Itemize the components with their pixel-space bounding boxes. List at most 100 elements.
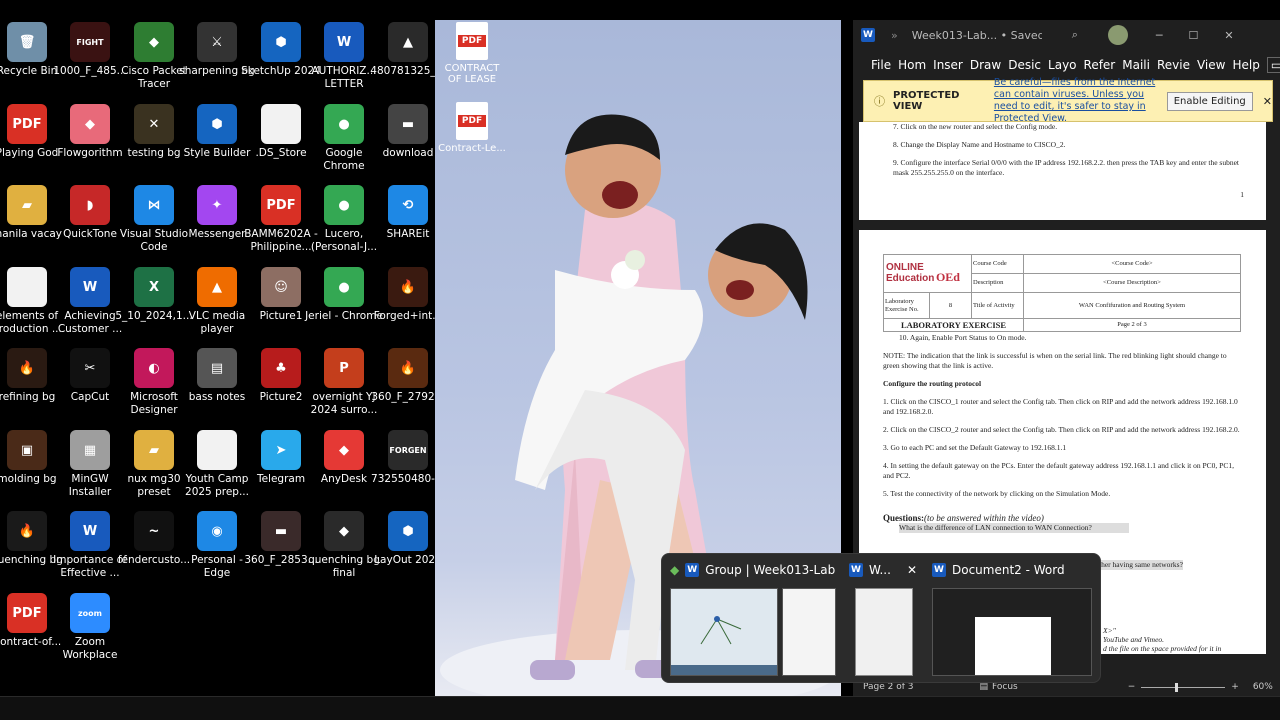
window-3-header[interactable]: W Document2 - Word	[932, 563, 1065, 577]
window-2-title[interactable]: W...	[869, 563, 891, 577]
app-icon: ⬢	[197, 104, 237, 144]
questions-label: Questions:	[883, 513, 925, 523]
packet-tracer-icon: ◆	[670, 563, 680, 577]
app-icon: W	[70, 267, 110, 307]
zoom-slider[interactable]	[1141, 682, 1226, 692]
tab-review[interactable]: Revie	[1157, 58, 1190, 72]
comment-icon[interactable]: ▭	[1266, 57, 1280, 73]
app-icon: ●	[324, 185, 364, 225]
tab-layout[interactable]: Layo	[1048, 58, 1076, 72]
app-icon: ▲	[388, 22, 428, 62]
tab-references[interactable]: Refer	[1084, 58, 1116, 72]
app-icon: zoom	[70, 593, 110, 633]
tab-home[interactable]: Hom	[898, 58, 926, 72]
zoom-level[interactable]: 60%	[1253, 682, 1273, 692]
group-header[interactable]: ◆ W Group | Week013-Labo...	[670, 563, 835, 577]
enable-editing-button[interactable]: Enable Editing	[1166, 91, 1253, 111]
app-icon: ♣	[261, 348, 301, 388]
app-icon	[261, 104, 301, 144]
page-indicator[interactable]: Page 2 of 3	[863, 682, 914, 692]
app-icon: 🗑	[7, 22, 47, 62]
word-app-icon: W	[861, 28, 875, 42]
partial-line-5: d the file on the space provided for it …	[1103, 644, 1222, 653]
tab-mailings[interactable]: Maili	[1122, 58, 1150, 72]
question-2-partial: ther having same networks?	[1099, 560, 1183, 570]
app-icon: PDF	[7, 593, 47, 633]
tab-draw[interactable]: Draw	[970, 58, 1001, 72]
app-icon: ~	[134, 511, 174, 551]
page-number: 1	[1240, 190, 1244, 199]
app-icon	[197, 430, 237, 470]
tab-insert[interactable]: Inser	[933, 58, 963, 72]
step-8: 8. Change the Display Name and Hostname …	[893, 140, 1066, 149]
app-icon: ✂	[70, 348, 110, 388]
lab-exercise-banner: LABORATORY EXERCISE	[883, 318, 1024, 332]
routing-step-2: 2. Click on the CISCO_2 router and selec…	[883, 425, 1240, 434]
preview-document2[interactable]	[932, 588, 1092, 676]
group-title[interactable]: Group | Week013-Labo...	[705, 563, 835, 577]
step-9: 9. Configure the interface Serial 0/0/0 …	[893, 158, 1239, 177]
pdf-icon: PDF	[456, 102, 488, 140]
oed-logo-tag: OEd	[935, 269, 960, 284]
preview-packet-tracer[interactable]	[670, 588, 778, 676]
app-icon: 🔥	[388, 348, 428, 388]
description-label: Description	[971, 273, 1024, 293]
app-icon: P	[324, 348, 364, 388]
app-icon: ▬	[261, 511, 301, 551]
app-icon: ☺	[261, 267, 301, 307]
desktop-icon-pdf[interactable]: PDF CONTRACT OF LEASE	[437, 22, 507, 85]
app-icon: ✦	[197, 185, 237, 225]
desktop-icon-zoom-workplace[interactable]: zoom Zoom Workplace	[50, 591, 130, 671]
document-title[interactable]: Week013-Lab... • Saved ∨	[912, 29, 1042, 42]
lab-value: 8	[929, 292, 972, 319]
app-icon: ✕	[134, 104, 174, 144]
protected-view-message[interactable]: Be careful—files from the Internet can c…	[994, 77, 1159, 125]
tab-file[interactable]: File	[871, 58, 891, 72]
app-icon: ▤	[197, 348, 237, 388]
routing-step-1: 1. Click on the CISCO_1 router and selec…	[883, 397, 1238, 416]
tab-help[interactable]: Help	[1232, 58, 1259, 72]
lab-label: Laboratory Exercise No.	[883, 292, 930, 319]
word-title-bar: W » Week013-Lab... • Saved ∨ ⌕ ─ ☐ ✕	[853, 20, 1280, 50]
desktop-icon-pdf[interactable]: PDF Contract-Le...	[437, 102, 507, 154]
avatar[interactable]	[1107, 25, 1128, 45]
routing-step-4: 4. In setting the default gateway on the…	[883, 461, 1234, 480]
window-2-header[interactable]: W W... ✕	[849, 563, 917, 577]
course-code-label: Course Code	[971, 254, 1024, 274]
zoom-out-icon[interactable]: −	[1128, 682, 1136, 692]
app-icon: ▰	[134, 430, 174, 470]
overflow-chevron-icon[interactable]: »	[891, 29, 898, 42]
protected-view-bar: ⓘ PROTECTED VIEW Be careful—files from t…	[863, 77, 1273, 125]
app-icon: ⬢	[261, 22, 301, 62]
preview-document[interactable]	[782, 588, 836, 676]
app-icon: ◉	[197, 511, 237, 551]
network-topology-thumbnail	[671, 616, 777, 675]
questions-hint: (to be answered within the video)	[924, 513, 1044, 523]
search-icon[interactable]: ⌕	[1072, 28, 1078, 42]
zoom-in-icon[interactable]: +	[1231, 682, 1239, 692]
window-3-title[interactable]: Document2 - Word	[952, 563, 1065, 577]
app-icon: ◆	[324, 511, 364, 551]
minimize-icon[interactable]: ─	[1156, 29, 1163, 42]
focus-label[interactable]: Focus	[992, 682, 1018, 692]
app-icon: ⬢	[388, 511, 428, 551]
focus-icon[interactable]: ▤	[980, 682, 989, 692]
app-icon: ⟲	[388, 185, 428, 225]
preview-week013[interactable]	[855, 588, 913, 676]
course-code-value: <Course Code>	[1023, 254, 1241, 274]
app-icon: ●	[324, 104, 364, 144]
dismiss-icon[interactable]: ✕	[1263, 95, 1272, 108]
word-icon: W	[932, 563, 946, 577]
app-icon: W	[70, 511, 110, 551]
tab-view[interactable]: View	[1197, 58, 1225, 72]
document-page-1: 7. Click on the new router and select th…	[859, 122, 1266, 220]
ribbon-tabs: File Hom Inser Draw Desic Layo Refer Mai…	[853, 50, 1280, 80]
step-10: 10. Again, Enable Port Status to On mode…	[899, 333, 1027, 342]
tab-design[interactable]: Desic	[1008, 58, 1041, 72]
maximize-icon[interactable]: ☐	[1189, 29, 1199, 42]
routing-step-5: 5. Test the connectivity of the network …	[883, 489, 1111, 498]
question-1-partial: What is the difference of LAN connection…	[899, 523, 1129, 533]
close-icon[interactable]: ✕	[1224, 29, 1233, 42]
close-preview-icon[interactable]: ✕	[907, 563, 917, 577]
app-icon: 🔥	[7, 511, 47, 551]
